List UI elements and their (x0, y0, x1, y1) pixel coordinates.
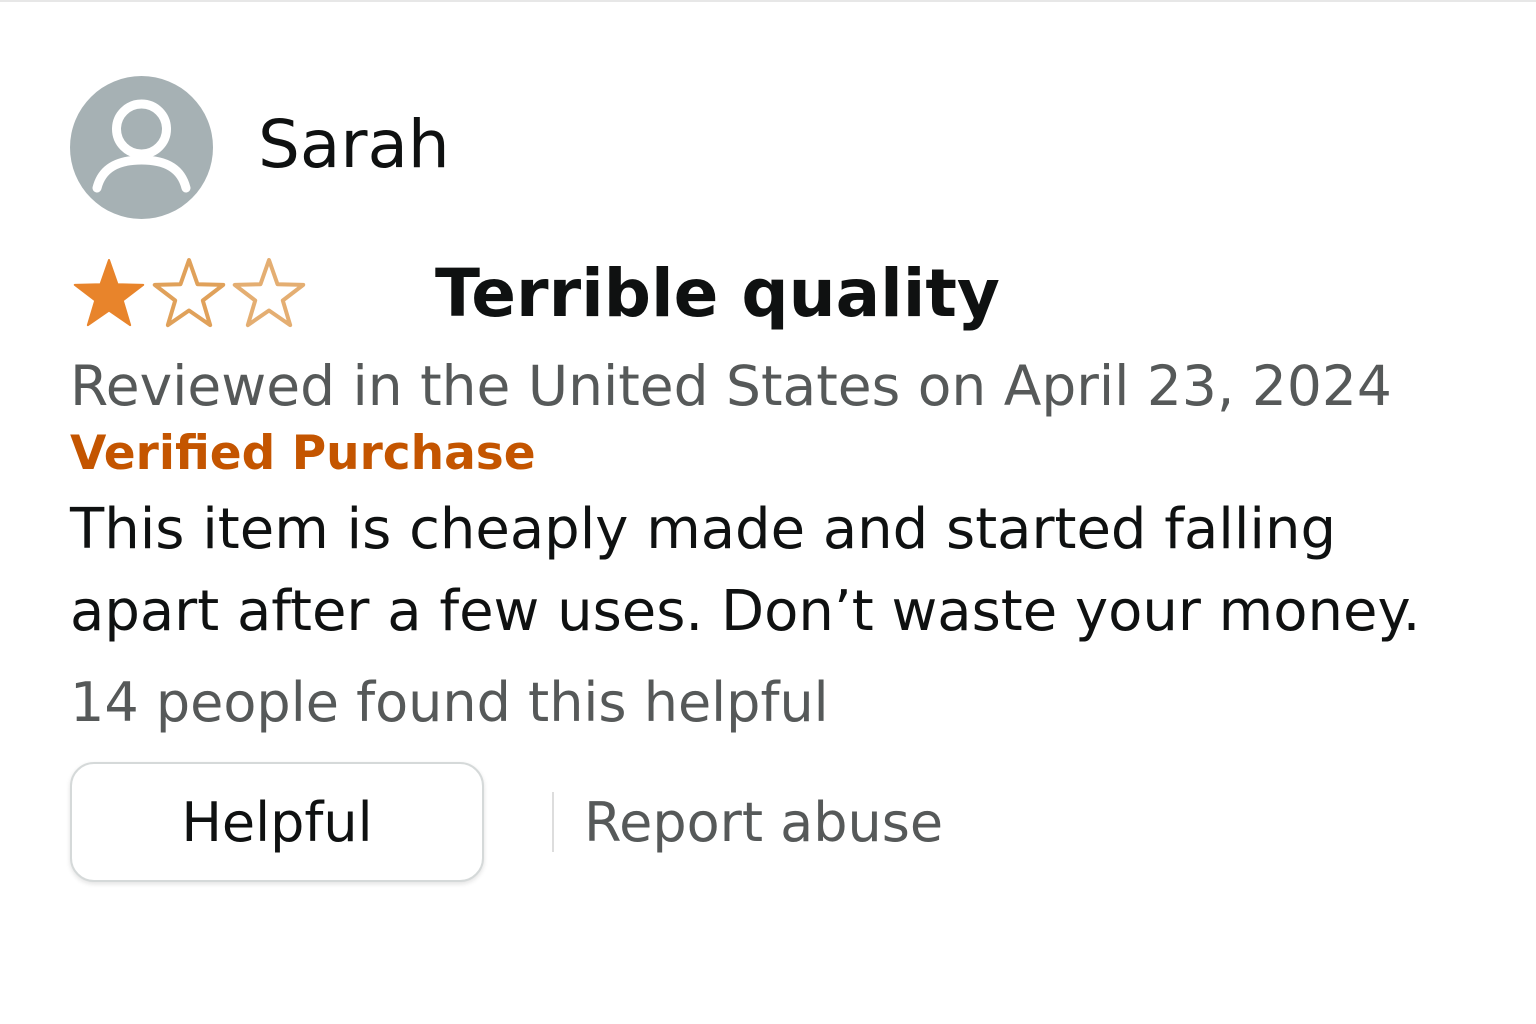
review-title[interactable]: Terrible quality (435, 261, 1000, 327)
star-rating[interactable] (70, 255, 402, 333)
helpful-button[interactable]: Helpful (70, 762, 484, 883)
star-filled-icon (73, 259, 145, 327)
star-empty-icon (232, 258, 306, 328)
rating-title-row: Terrible quality (70, 249, 1470, 339)
user-silhouette-icon (92, 99, 191, 193)
review-date: Reviewed in the United States on April 2… (70, 354, 1392, 418)
customer-review: Sarah Terrible quality Reviewed in the U… (70, 76, 1470, 884)
top-divider (0, 0, 1536, 2)
reviewer-profile: Sarah (70, 76, 1470, 219)
avatar[interactable] (70, 76, 213, 219)
star-empty-icon (152, 258, 226, 328)
helpful-count: 14 people found this helpful (70, 671, 829, 735)
report-abuse-link[interactable]: Report abuse (584, 791, 943, 854)
action-separator (552, 792, 554, 853)
reviewer-name[interactable]: Sarah (258, 111, 450, 178)
verified-purchase-badge[interactable]: Verified Purchase (70, 427, 1470, 481)
review-body: This item is cheaply made and started fa… (70, 497, 1421, 645)
review-actions: Helpful Report abuse (70, 760, 1470, 884)
